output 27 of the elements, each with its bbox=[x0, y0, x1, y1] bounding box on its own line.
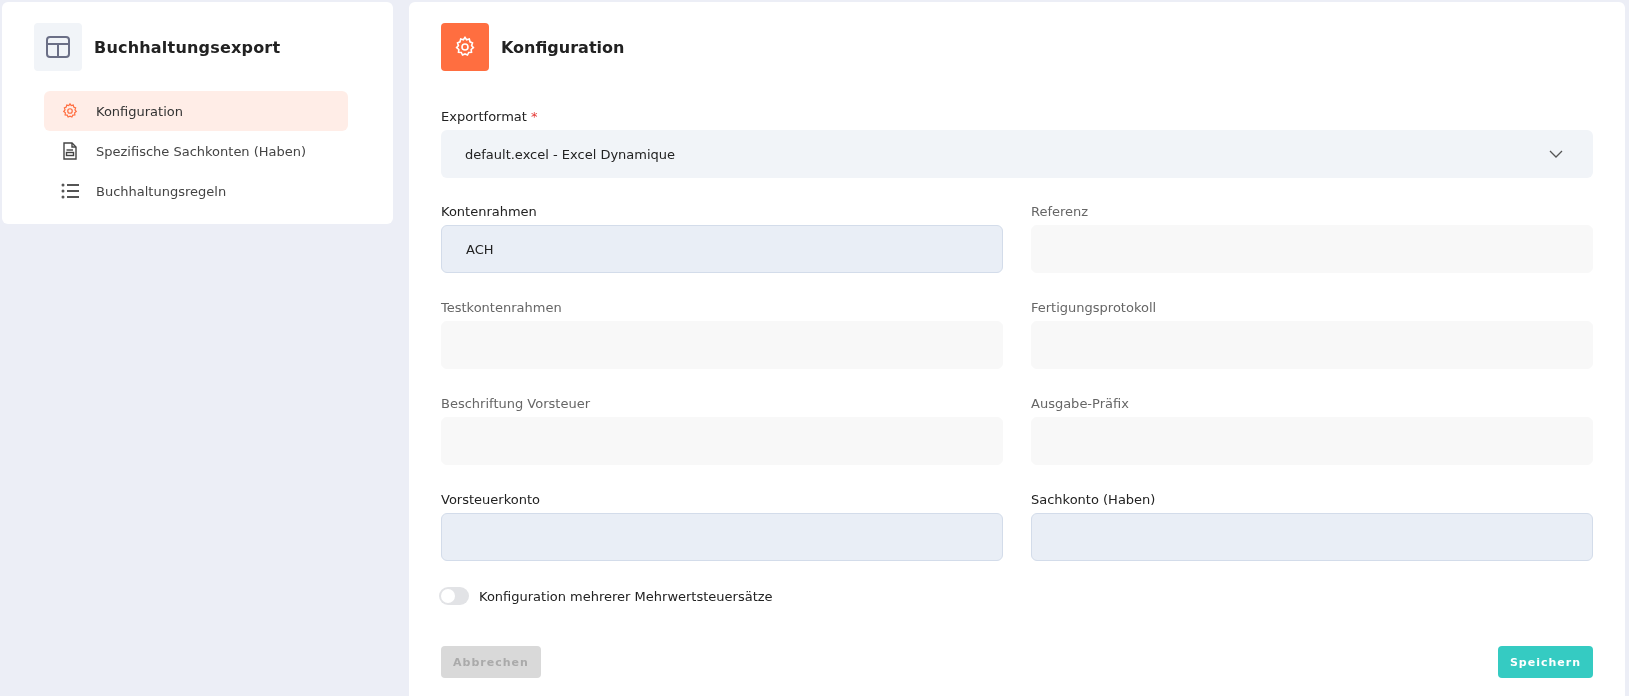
field-label: Sachkonto (Haben) bbox=[1031, 492, 1157, 507]
field-label: Ausgabe-Präfix bbox=[1031, 396, 1130, 411]
chevron-down-icon bbox=[1549, 150, 1563, 158]
field-label: Exportformat bbox=[441, 109, 527, 124]
sidebar-title: Buchhaltungsexport bbox=[94, 37, 281, 57]
input-field[interactable] bbox=[441, 513, 1003, 561]
required-mark: * bbox=[530, 109, 538, 124]
field-label: Beschriftung Vorsteuer bbox=[441, 396, 591, 411]
field-label: Testkontenrahmen bbox=[441, 300, 563, 315]
toggle-switch[interactable] bbox=[439, 587, 469, 605]
field-label: Kontenrahmen bbox=[441, 204, 538, 219]
list-icon bbox=[61, 183, 79, 199]
panel-title: Konfiguration bbox=[501, 37, 625, 57]
sidebar-item[interactable]: Buchhaltungsregeln bbox=[44, 171, 348, 211]
export-format-select[interactable]: default.excel - Excel Dynamique bbox=[441, 130, 1593, 178]
field-label: Vorsteuerkonto bbox=[441, 492, 541, 507]
field-label: Referenz bbox=[1031, 204, 1090, 219]
document-icon bbox=[63, 142, 77, 160]
sidebar-item[interactable]: Konfiguration bbox=[44, 91, 348, 131]
input-field[interactable] bbox=[1031, 513, 1593, 561]
sidebar-item[interactable]: Spezifische Sachkonten (Haben) bbox=[44, 131, 348, 171]
field-label: Fertigungsprotokoll bbox=[1031, 300, 1158, 315]
gear-icon bbox=[61, 102, 79, 120]
toggle-label: Konfiguration mehrerer Mehrwertsteuersätze bbox=[479, 588, 773, 604]
settings-icon bbox=[441, 23, 489, 71]
input-field[interactable]: ACH bbox=[441, 225, 1003, 273]
layout-icon bbox=[34, 23, 82, 71]
